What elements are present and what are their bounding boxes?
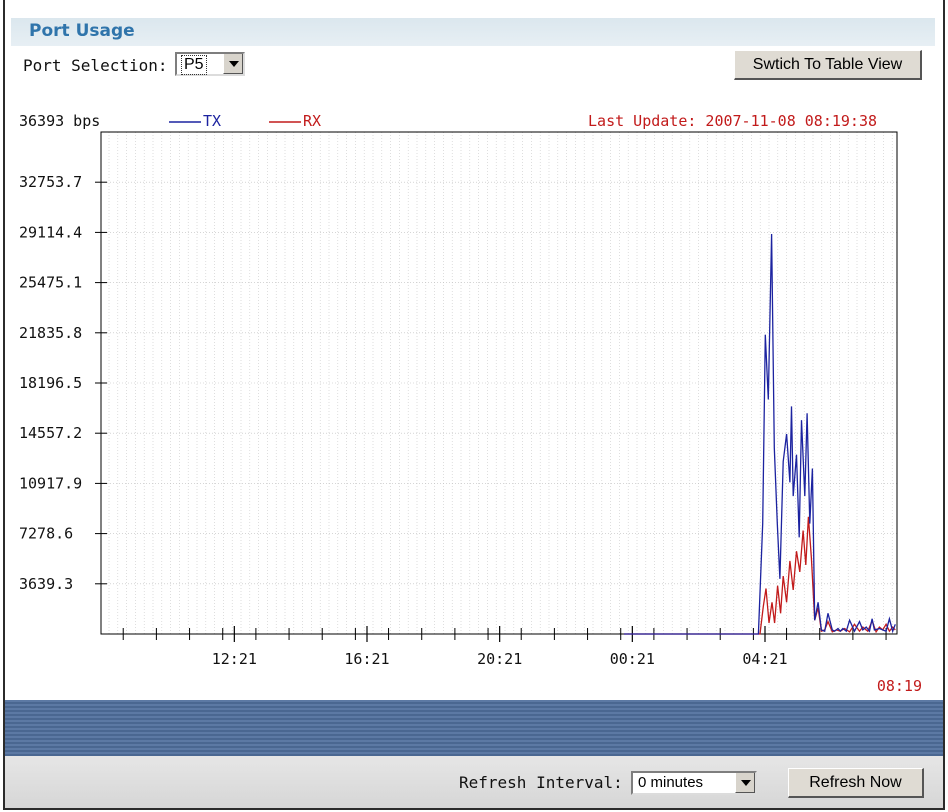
divider-band [5, 700, 943, 756]
port-usage-window: Port Usage Port Selection: P5 Swtich To … [3, 0, 945, 810]
x-tick-label: 12:21 [212, 650, 257, 668]
y-tick-label: 32753.7 [19, 173, 82, 191]
y-max-label: 36393 bps [19, 112, 100, 130]
chevron-down-icon [229, 61, 239, 67]
last-update-text: Last Update: 2007-11-08 08:19:38 [588, 112, 877, 130]
port-dropdown-button[interactable] [223, 54, 243, 74]
x-tick-label: 20:21 [477, 650, 522, 668]
port-selection-label: Port Selection: [23, 56, 168, 75]
x-tick-label: 16:21 [344, 650, 389, 668]
port-selection-value: P5 [181, 55, 207, 75]
y-tick-label: 25475.1 [19, 274, 82, 292]
refresh-interval-label: Refresh Interval: [459, 773, 623, 792]
rx-legend-label: RX [303, 112, 321, 130]
chevron-down-icon [741, 780, 751, 786]
refresh-interval-value: 0 minutes [638, 774, 704, 791]
y-tick-label: 3639.3 [19, 575, 73, 593]
y-tick-label: 7278.6 [19, 525, 73, 543]
refresh-now-button[interactable]: Refresh Now [788, 768, 924, 798]
chart-grid [101, 132, 897, 634]
port-usage-chart: 36393 bps TX RX Last Update: 2007-11-08 … [19, 112, 922, 695]
tx-series-line [624, 233, 896, 635]
panel-header: Port Usage [11, 18, 935, 46]
y-tick-label: 10917.9 [19, 474, 82, 492]
y-tick-label: 14557.2 [19, 424, 82, 442]
y-tick-label: 21835.8 [19, 324, 82, 342]
x-tick-label: 00:21 [610, 650, 655, 668]
current-time-label: 08:19 [877, 677, 922, 695]
x-axis: 12:21 16:21 20:21 00:21 04:21 [122, 626, 887, 668]
window-top-edge [5, 0, 943, 8]
port-selection-dropdown[interactable]: P5 [175, 52, 245, 76]
panel-title: Port Usage [29, 21, 135, 41]
y-tick-label: 29114.4 [19, 223, 82, 241]
tx-legend-label: TX [203, 112, 221, 130]
switch-table-view-button[interactable]: Swtich To Table View [734, 50, 922, 80]
refresh-interval-dropdown[interactable]: 0 minutes [631, 771, 757, 795]
interval-dropdown-button[interactable] [735, 773, 755, 793]
x-tick-label: 04:21 [742, 650, 787, 668]
y-tick-label: 18196.5 [19, 374, 82, 392]
y-axis: 3639.3 7278.6 10917.9 14557.2 18196.5 21835.8… [19, 173, 107, 593]
